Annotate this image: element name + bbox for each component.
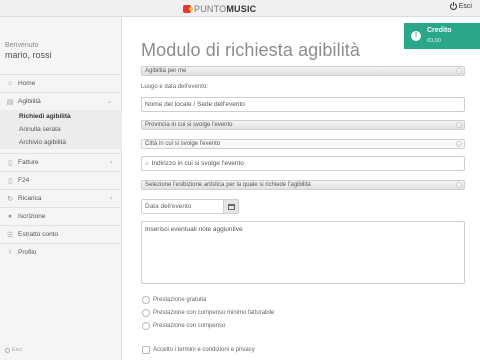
username: mario, rossi: [5, 50, 52, 60]
radio-compenso-minimo[interactable]: Prestazione con compenso minimo fatturab…: [142, 309, 274, 317]
notes-textarea[interactable]: Inserisci eventuali note aggiuntive: [141, 221, 465, 284]
punto-music-logo: PUNTO MUSIC: [183, 3, 256, 14]
place-date-label: Luogo e data dell'evento:: [141, 84, 208, 90]
sidebar-item-label: Fatture: [18, 159, 39, 166]
chevron-right-icon: ›: [110, 195, 112, 202]
chevron-down-icon: ⌄: [456, 182, 462, 188]
sidebar-item-label: Iscrizione: [18, 213, 46, 220]
sidebar-item-label: Home: [18, 80, 36, 87]
select-value: Provincia in cui si svolge l'evento: [145, 122, 233, 128]
sidebar-item-profilo[interactable]: i Profilo: [0, 243, 122, 261]
info-bubble-icon: !: [411, 31, 421, 41]
home-icon: ⌂: [145, 160, 149, 167]
radio-button[interactable]: [142, 322, 150, 330]
sidebar-item-agibilita[interactable]: ▤ Agibilità ⌄: [0, 92, 122, 110]
agibility-type-select[interactable]: Agibilità per me ⌄: [141, 66, 465, 76]
terms-label: Accetto i termini e condizioni e privacy: [153, 347, 255, 353]
notes-placeholder: Inserisci eventuali note aggiuntive: [145, 226, 243, 233]
chevron-down-icon: ⌄: [106, 99, 112, 105]
sidebar-item-label: Profilo: [18, 249, 37, 256]
page-title: Modulo di richiesta agibilità: [141, 40, 361, 60]
home-icon: ⌂: [7, 80, 13, 87]
sidebar-item-label: Estratto conto: [18, 231, 59, 238]
power-icon: [449, 1, 457, 10]
terms-checkbox-row[interactable]: Accetto i termini e condizioni e privacy: [142, 346, 255, 354]
sidebar: Benvenuto mario, rossi ⌂ Home ▤ Agibilit…: [0, 17, 122, 360]
sidebar-item-fatture[interactable]: ▯ Fatture ›: [0, 153, 122, 171]
sidebar-subitem-annulla[interactable]: Annulla serata: [0, 123, 122, 136]
chevron-right-icon: ›: [110, 159, 112, 166]
logout-label: Esci: [458, 3, 472, 10]
sidebar-item-ricarica[interactable]: ↻ Ricarica ›: [0, 189, 122, 207]
power-icon: [5, 347, 10, 353]
radio-compenso[interactable]: Prestazione con compenso: [142, 322, 225, 330]
refresh-icon: ↻: [7, 195, 13, 203]
chevron-down-icon: ⌄: [456, 141, 462, 147]
file-icon: ▯: [8, 177, 12, 185]
document-icon: ▤: [6, 98, 14, 106]
logo-mark-icon: [183, 4, 193, 13]
radio-label: Prestazione con compenso minimo fatturab…: [153, 310, 275, 316]
radio-prestazione-gratuita[interactable]: Prestazione gratuita: [142, 296, 206, 304]
address-input[interactable]: ⌂ Indirizzo in cui si svolge l'evento: [141, 156, 465, 171]
city-select[interactable]: Città in cui si svolge l'evento ⌄: [141, 139, 465, 149]
sidebar-item-f24[interactable]: ▯ F24: [0, 171, 122, 189]
radio-label: Prestazione gratuita: [153, 297, 207, 303]
radio-label: Prestazione con compenso: [153, 323, 226, 329]
invoice-icon: ▯: [8, 159, 12, 167]
info-icon: i: [9, 249, 11, 256]
radio-button[interactable]: [142, 309, 150, 317]
sidebar-item-iscrizione[interactable]: ● Iscrizione: [0, 207, 122, 225]
select-value: Selezione l'esibizione artistica per la …: [145, 182, 311, 188]
welcome-text: Benvenuto: [5, 42, 39, 49]
logo-text-music: MUSIC: [226, 3, 257, 14]
list-icon: ☰: [6, 231, 14, 239]
event-date-input[interactable]: Data dell'evento: [141, 199, 223, 214]
sidebar-item-home[interactable]: ⌂ Home: [0, 74, 122, 92]
sidebar-logout-label: Esci: [12, 347, 23, 353]
top-bar: PUNTO MUSIC Esci: [0, 0, 480, 17]
sidebar-subitem-richiedi[interactable]: Richiedi agibilità: [0, 110, 122, 123]
sidebar-item-estratto-conto[interactable]: ☰ Estratto conto: [0, 225, 122, 243]
sidebar-subitem-archivio[interactable]: Archivio agibilità: [0, 136, 122, 149]
date-placeholder: Data dell'evento: [145, 203, 192, 210]
performance-select[interactable]: Selezione l'esibizione artistica per la …: [141, 180, 465, 190]
credit-notification[interactable]: ! Credito €0,00: [404, 23, 480, 49]
venue-placeholder: Nome del locale / Sede dell'evento: [145, 101, 245, 108]
logout-button[interactable]: Esci: [449, 1, 472, 10]
radio-button[interactable]: [142, 296, 150, 304]
calendar-icon: [227, 203, 235, 210]
chevron-down-icon: ⌄: [456, 122, 462, 128]
select-value: Agibilità per me: [145, 68, 187, 74]
sidebar-item-label: F24: [18, 177, 30, 184]
venue-input[interactable]: Nome del locale / Sede dell'evento: [141, 97, 465, 112]
user-icon: ●: [7, 213, 13, 220]
select-value: Città in cui si svolge l'evento: [145, 141, 221, 147]
sidebar-item-label: Ricarica: [18, 195, 42, 202]
agibilita-submenu: Richiedi agibilità Annulla serata Archiv…: [0, 110, 122, 149]
credit-value: €0,00: [427, 38, 441, 44]
main-content: Modulo di richiesta agibilità Agibilità …: [122, 17, 480, 360]
address-placeholder: Indirizzo in cui si svolge l'evento: [151, 160, 244, 167]
sidebar-item-label: Agibilità: [18, 98, 41, 105]
province-select[interactable]: Provincia in cui si svolge l'evento ⌄: [141, 120, 465, 130]
terms-checkbox[interactable]: [142, 346, 150, 354]
sidebar-nav: ⌂ Home ▤ Agibilità ⌄ Richiedi agibilità …: [0, 74, 122, 261]
chevron-down-icon: ⌄: [456, 68, 462, 74]
date-picker-button[interactable]: [223, 199, 239, 214]
logo-text-punto: PUNTO: [194, 3, 227, 14]
sidebar-logout-button[interactable]: Esci: [5, 347, 22, 353]
credit-title: Credito: [427, 27, 452, 34]
